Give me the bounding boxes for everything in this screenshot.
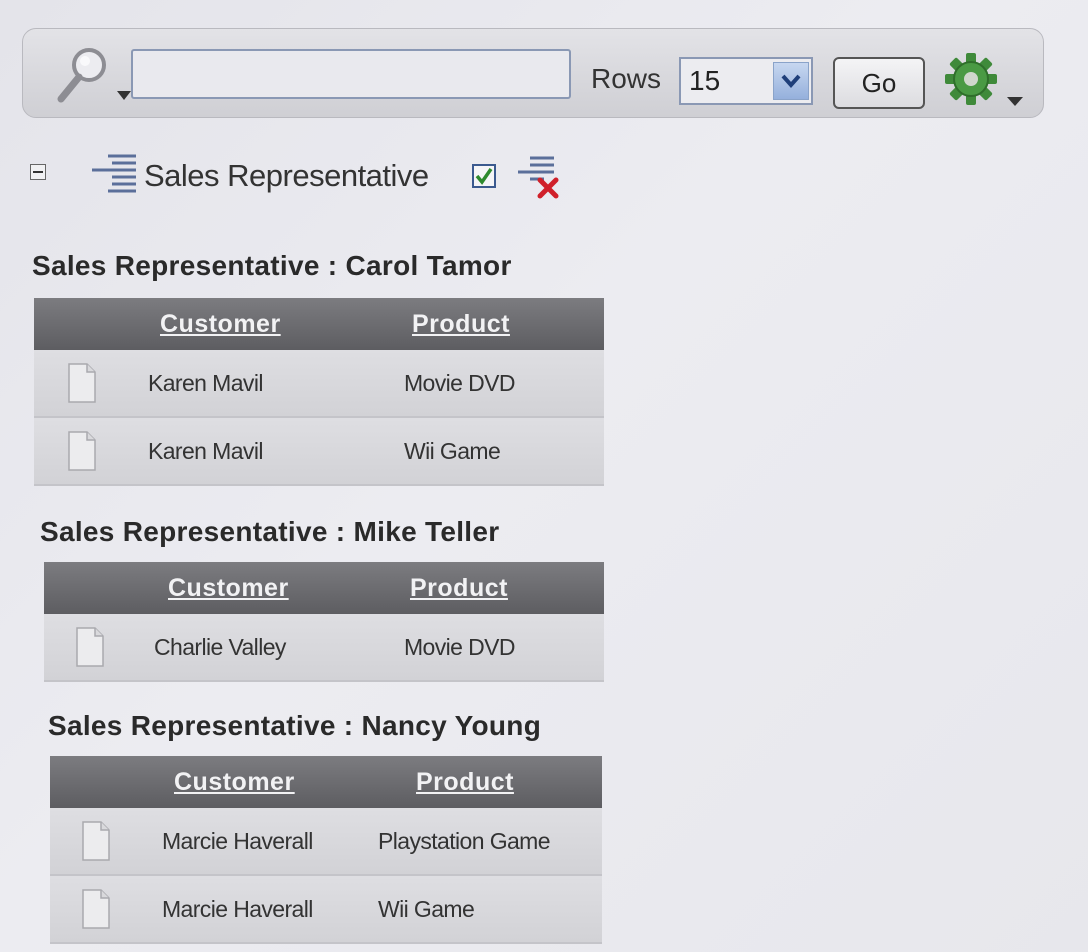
customer-cell: Karen Mavil xyxy=(130,350,364,418)
product-header-link[interactable]: Product xyxy=(416,768,514,796)
rows-select-arrow[interactable] xyxy=(773,62,809,100)
document-icon[interactable] xyxy=(76,627,104,667)
actions-menu[interactable] xyxy=(941,49,1031,109)
column-header-product[interactable]: Product xyxy=(364,298,604,350)
table-row: Marcie Haverall Playstation Game xyxy=(50,808,602,876)
go-button[interactable]: Go xyxy=(833,57,925,109)
product-header-link[interactable]: Product xyxy=(410,574,508,602)
control-break-row: Sales Representative xyxy=(26,150,586,200)
control-break-icon[interactable] xyxy=(90,152,138,196)
search-toolbar: Rows 15 Go xyxy=(22,28,1044,118)
rows-label: Rows xyxy=(591,63,662,94)
remove-break-icon[interactable] xyxy=(516,154,562,200)
document-icon[interactable] xyxy=(82,821,110,861)
customer-header-link[interactable]: Customer xyxy=(174,768,295,796)
detail-cell xyxy=(34,350,130,418)
document-icon[interactable] xyxy=(68,363,96,403)
document-icon[interactable] xyxy=(82,889,110,929)
detail-column-header xyxy=(50,756,142,808)
product-cell: Movie DVD xyxy=(366,614,604,682)
customer-cell: Marcie Haverall xyxy=(142,875,364,944)
chevron-down-icon xyxy=(781,74,801,89)
control-break-label[interactable]: Sales Representative xyxy=(144,158,429,194)
search-input[interactable] xyxy=(131,49,571,99)
detail-cell xyxy=(44,614,136,682)
customer-cell: Marcie Haverall xyxy=(142,808,364,876)
product-cell: Movie DVD xyxy=(364,350,604,418)
report-page: Rows 15 Go Sales Representative Sales Re… xyxy=(0,0,1088,952)
dropdown-arrow-icon xyxy=(117,91,131,100)
document-icon[interactable] xyxy=(68,431,96,471)
detail-cell xyxy=(50,808,142,876)
collapse-toggle-icon[interactable] xyxy=(30,164,46,180)
product-cell: Wii Game xyxy=(364,417,604,486)
table-row: Karen Mavil Wii Game xyxy=(34,417,604,486)
column-header-customer[interactable]: Customer xyxy=(130,298,364,350)
gear-icon xyxy=(945,53,997,105)
table-header-row: Customer Product xyxy=(34,298,604,350)
customer-header-link[interactable]: Customer xyxy=(168,574,289,602)
table-header-row: Customer Product xyxy=(50,756,602,808)
search-column-menu[interactable] xyxy=(43,43,141,103)
report-table: Customer Product Charlie Valley Movie DV… xyxy=(44,562,604,682)
report-table: Customer Product Marcie Haverall Playsta… xyxy=(50,756,602,944)
report-table: Customer Product Karen Mavil Movie DVD K… xyxy=(34,298,604,486)
detail-cell xyxy=(50,875,142,944)
customer-cell: Karen Mavil xyxy=(130,417,364,486)
customer-cell: Charlie Valley xyxy=(136,614,366,682)
control-break-checkbox[interactable] xyxy=(472,164,496,188)
product-cell: Wii Game xyxy=(364,875,602,944)
customer-header-link[interactable]: Customer xyxy=(160,310,281,338)
rows-select[interactable]: 15 xyxy=(679,57,813,105)
table-row: Charlie Valley Movie DVD xyxy=(44,614,604,682)
column-header-product[interactable]: Product xyxy=(366,562,604,614)
table-row: Karen Mavil Movie DVD xyxy=(34,350,604,418)
group-heading: Sales Representative : Nancy Young xyxy=(48,710,542,741)
product-cell: Playstation Game xyxy=(364,808,602,876)
table-row: Marcie Haverall Wii Game xyxy=(50,875,602,944)
group-heading: Sales Representative : Mike Teller xyxy=(40,516,500,547)
product-header-link[interactable]: Product xyxy=(412,310,510,338)
rows-select-value: 15 xyxy=(689,65,721,96)
dropdown-arrow-icon xyxy=(1007,97,1023,106)
column-header-customer[interactable]: Customer xyxy=(142,756,364,808)
table-header-row: Customer Product xyxy=(44,562,604,614)
detail-column-header xyxy=(44,562,136,614)
detail-column-header xyxy=(34,298,130,350)
group-heading: Sales Representative : Carol Tamor xyxy=(32,250,512,281)
detail-cell xyxy=(34,417,130,486)
column-header-product[interactable]: Product xyxy=(364,756,602,808)
column-header-customer[interactable]: Customer xyxy=(136,562,366,614)
